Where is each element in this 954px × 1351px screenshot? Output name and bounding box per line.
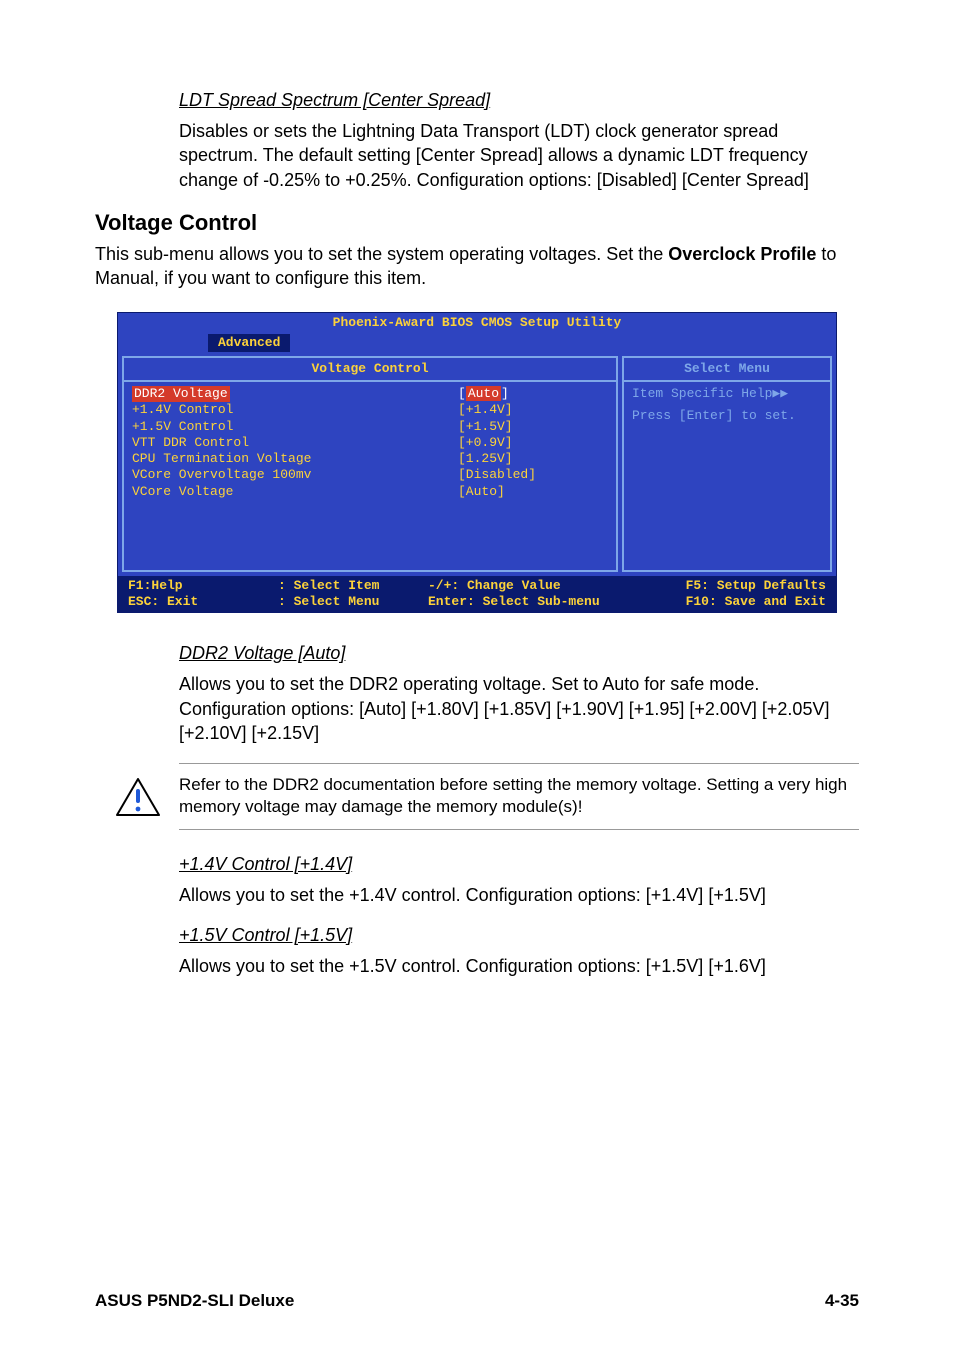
footer-left: ASUS P5ND2-SLI Deluxe — [95, 1291, 294, 1311]
ctrl15-heading: +1.5V Control [+1.5V] — [179, 925, 859, 946]
bios-footer-esc: ESC: Exit — [128, 594, 278, 610]
ldt-body: Disables or sets the Lightning Data Tran… — [179, 119, 859, 192]
bios-row-label[interactable]: CPU Termination Voltage — [132, 451, 458, 467]
intro-pre: This sub-menu allows you to set the syst… — [95, 244, 668, 264]
bios-row-value[interactable]: [+0.9V] — [458, 435, 608, 451]
intro-bold: Overclock Profile — [668, 244, 816, 264]
bios-right-header: Select Menu — [624, 358, 830, 382]
warning-box: Refer to the DDR2 documentation before s… — [115, 763, 859, 829]
bios-values-col: [Auto] [+1.4V] [+1.5V] [+0.9V] [1.25V] [… — [458, 386, 608, 500]
bios-row-label-selected[interactable]: DDR2 Voltage — [132, 386, 230, 402]
ctrl14-heading: +1.4V Control [+1.4V] — [179, 854, 859, 875]
warning-icon — [115, 777, 161, 817]
bios-footer-select-item: : Select Item — [278, 578, 428, 594]
bios-footer-f5: F5: Setup Defaults — [646, 578, 826, 594]
bios-row-label[interactable]: +1.5V Control — [132, 419, 458, 435]
bios-left-header: Voltage Control — [124, 358, 616, 382]
bios-footer: F1:Help : Select Item -/+: Change Value … — [118, 576, 836, 613]
bios-tab-advanced[interactable]: Advanced — [208, 334, 290, 352]
ctrl14-body: Allows you to set the +1.4V control. Con… — [179, 883, 859, 907]
bios-row-label[interactable]: VCore Voltage — [132, 484, 458, 500]
bios-row-value-selected[interactable]: [Auto] — [458, 386, 608, 402]
ctrl15-body: Allows you to set the +1.5V control. Con… — [179, 954, 859, 978]
page-footer: ASUS P5ND2-SLI Deluxe 4-35 — [95, 1291, 859, 1311]
footer-right: 4-35 — [825, 1291, 859, 1311]
bios-help-line1: Item Specific Help▶▶ — [632, 386, 822, 402]
bios-row-value[interactable]: [+1.4V] — [458, 402, 608, 418]
bios-row-value[interactable]: [Auto] — [458, 484, 608, 500]
voltage-control-heading: Voltage Control — [95, 210, 859, 236]
bios-left-pane: Voltage Control DDR2 Voltage +1.4V Contr… — [122, 356, 618, 572]
voltage-control-intro: This sub-menu allows you to set the syst… — [95, 242, 859, 291]
bios-row-value[interactable]: [1.25V] — [458, 451, 608, 467]
bios-right-pane: Select Menu Item Specific Help▶▶ Press [… — [622, 356, 832, 572]
bios-footer-f1: F1:Help — [128, 578, 278, 594]
ddr2-heading: DDR2 Voltage [Auto] — [179, 643, 859, 664]
bios-footer-select-menu: : Select Menu — [278, 594, 428, 610]
bios-footer-change-value: -/+: Change Value — [428, 578, 646, 594]
bios-row-label[interactable]: VCore Overvoltage 100mv — [132, 467, 458, 483]
bios-title: Phoenix-Award BIOS CMOS Setup Utility — [118, 313, 836, 333]
bios-row-value[interactable]: [Disabled] — [458, 467, 608, 483]
bios-row-value[interactable]: [+1.5V] — [458, 419, 608, 435]
bios-row-label[interactable]: VTT DDR Control — [132, 435, 458, 451]
bios-panel: Phoenix-Award BIOS CMOS Setup Utility Ad… — [117, 312, 837, 613]
bios-help-line2: Press [Enter] to set. — [632, 408, 822, 424]
warning-text: Refer to the DDR2 documentation before s… — [179, 775, 847, 816]
ldt-heading: LDT Spread Spectrum [Center Spread] — [179, 90, 859, 111]
bios-row-label[interactable]: +1.4V Control — [132, 402, 458, 418]
bios-footer-enter: Enter: Select Sub-menu — [428, 594, 646, 610]
ddr2-body: Allows you to set the DDR2 operating vol… — [179, 672, 859, 745]
bios-tabs: Advanced — [118, 334, 836, 352]
bios-footer-f10: F10: Save and Exit — [646, 594, 826, 610]
bios-labels-col: DDR2 Voltage +1.4V Control +1.5V Control… — [132, 386, 458, 500]
